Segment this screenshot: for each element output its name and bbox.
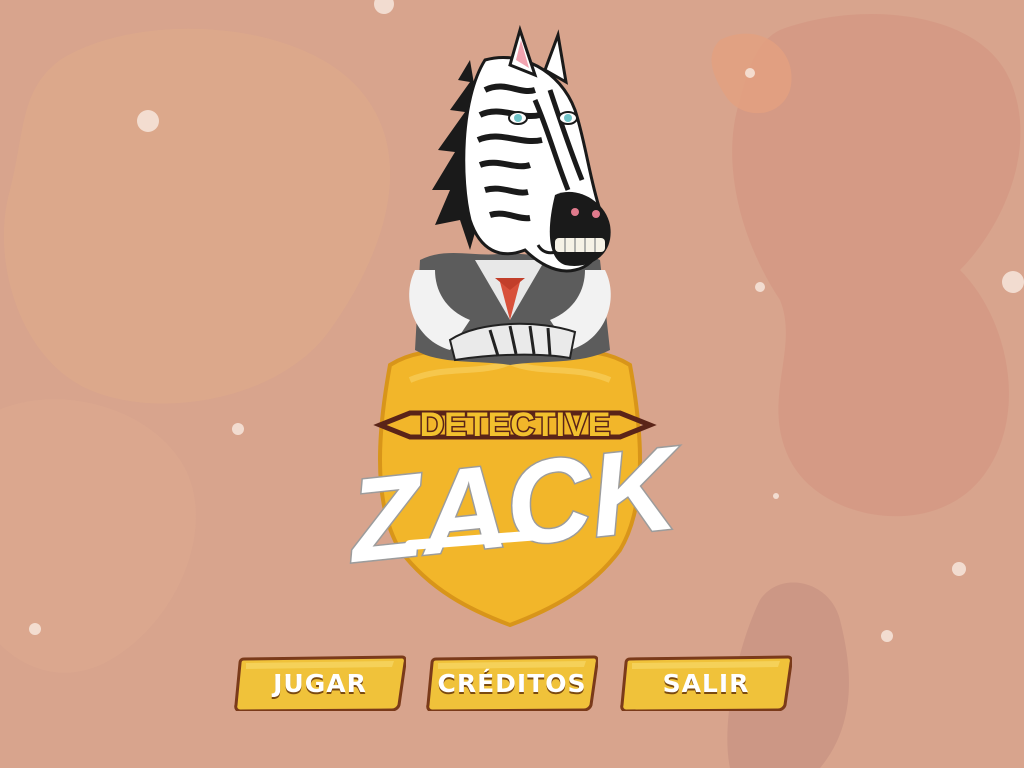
main-menu: JUGAR CRÉDITOS SALIR [230,655,800,717]
title-zack: ZACK [340,422,690,589]
exit-button[interactable]: SALIR [620,655,792,711]
credits-button-label: CRÉDITOS [437,669,587,698]
play-button-label: JUGAR [273,669,367,698]
exit-button-label: SALIR [662,669,750,698]
game-title: DETECTIVE ZACK [339,404,692,589]
play-button[interactable]: JUGAR [234,655,406,711]
credits-button[interactable]: CRÉDITOS [426,655,598,711]
